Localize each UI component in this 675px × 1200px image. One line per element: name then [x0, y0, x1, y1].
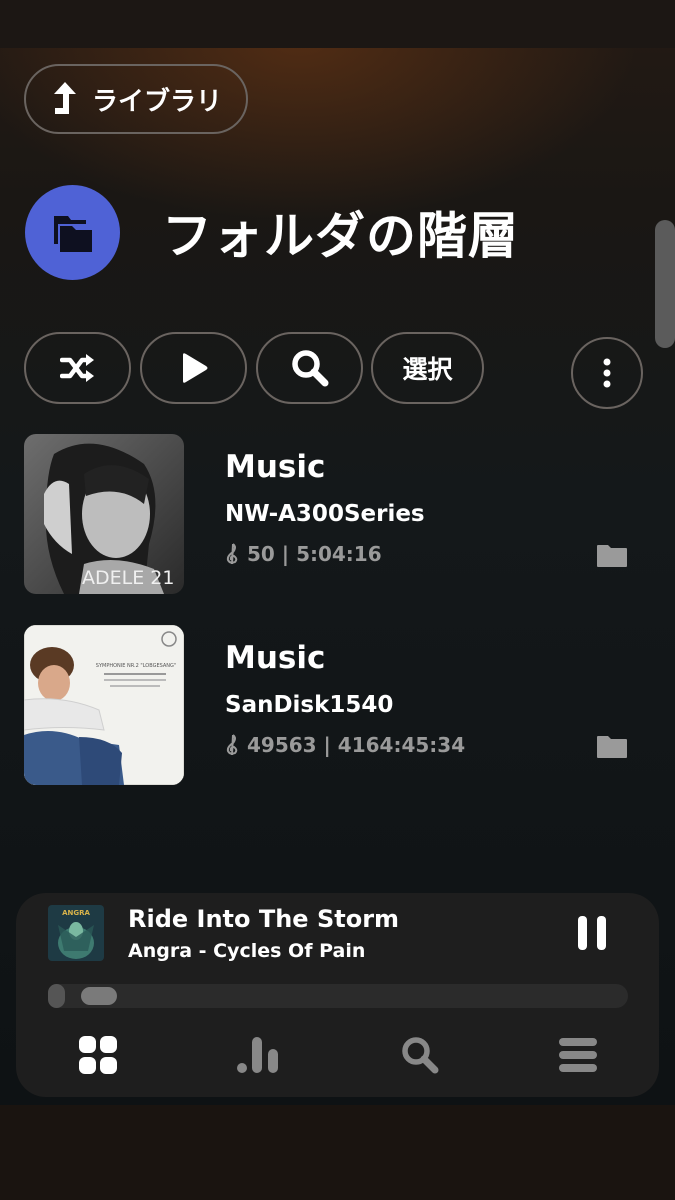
select-button[interactable]: 選択: [371, 332, 484, 404]
library-icon: [79, 1036, 117, 1074]
album-art-adele: ADELE 21: [24, 434, 184, 594]
shuffle-icon: [59, 354, 94, 382]
play-all-button[interactable]: [140, 332, 247, 404]
more-vertical-icon: [603, 358, 611, 388]
folder-name: Music: [225, 640, 326, 676]
nav-library[interactable]: [76, 1033, 120, 1077]
now-playing-artist: Angra - Cycles Of Pain: [128, 940, 366, 962]
play-icon: [182, 353, 207, 383]
search-button[interactable]: [256, 332, 363, 404]
now-playing-art-text: ANGRA: [62, 909, 90, 917]
status-bar: [0, 0, 675, 48]
search-icon: [402, 1037, 439, 1074]
nav-search[interactable]: [398, 1033, 442, 1077]
folder-icon: [597, 736, 627, 758]
folder-stats: 49563 | 4164:45:34: [225, 733, 465, 757]
folder-badge: [25, 185, 120, 280]
up-arrow-icon: [54, 82, 76, 114]
search-icon: [291, 350, 328, 387]
page-title: フォルダの階層: [162, 207, 519, 265]
folder-device: NW-A300Series: [225, 501, 425, 527]
folder-stats-text: 49563 | 4164:45:34: [247, 733, 466, 757]
library-back-button[interactable]: ライブラリ: [24, 64, 248, 134]
app-screen: ライブラリ フォルダの階層 選択 ADELE 21 Music NW-A300S…: [0, 0, 675, 1105]
progress-fill: [48, 984, 66, 1008]
pause-icon[interactable]: [576, 915, 608, 951]
folders-icon: [53, 215, 92, 252]
folder-icon: [597, 545, 627, 567]
playback-progress-bar[interactable]: [48, 984, 628, 1008]
folder-list-item[interactable]: SYMPHONIE NR.2 "LOBGESANG" Music SanDisk…: [0, 625, 675, 785]
shuffle-button[interactable]: [24, 332, 131, 404]
menu-icon: [559, 1038, 597, 1072]
treble-clef-icon: [226, 734, 238, 756]
library-back-label: ライブラリ: [92, 86, 223, 117]
treble-clef-icon: [226, 543, 238, 565]
folder-device: SanDisk1540: [225, 692, 394, 718]
folder-list-item[interactable]: ADELE 21 Music NW-A300Series 50 | 5:04:1…: [0, 434, 675, 594]
nav-menu[interactable]: [556, 1033, 600, 1077]
folder-name: Music: [225, 449, 326, 485]
folder-stats-text: 50 | 5:04:16: [247, 542, 382, 566]
now-playing-title: Ride Into The Storm: [128, 905, 400, 933]
album-art-lobgesang: SYMPHONIE NR.2 "LOBGESANG": [24, 625, 184, 785]
stats-icon: [237, 1037, 278, 1073]
select-label: 選択: [402, 355, 453, 384]
nav-stats[interactable]: [236, 1033, 280, 1077]
folder-stats: 50 | 5:04:16: [225, 542, 382, 566]
album-art-text: ADELE 21: [82, 567, 174, 589]
more-options-button[interactable]: [571, 337, 643, 409]
scrollbar[interactable]: [655, 220, 675, 348]
mini-player[interactable]: ANGRA Ride Into The Storm Angra - Cycles…: [16, 893, 659, 1097]
progress-knob[interactable]: [81, 987, 118, 1005]
system-nav-area: [0, 1105, 675, 1200]
album-art-text: SYMPHONIE NR.2 "LOBGESANG": [96, 663, 176, 669]
now-playing-art[interactable]: ANGRA: [48, 905, 104, 961]
